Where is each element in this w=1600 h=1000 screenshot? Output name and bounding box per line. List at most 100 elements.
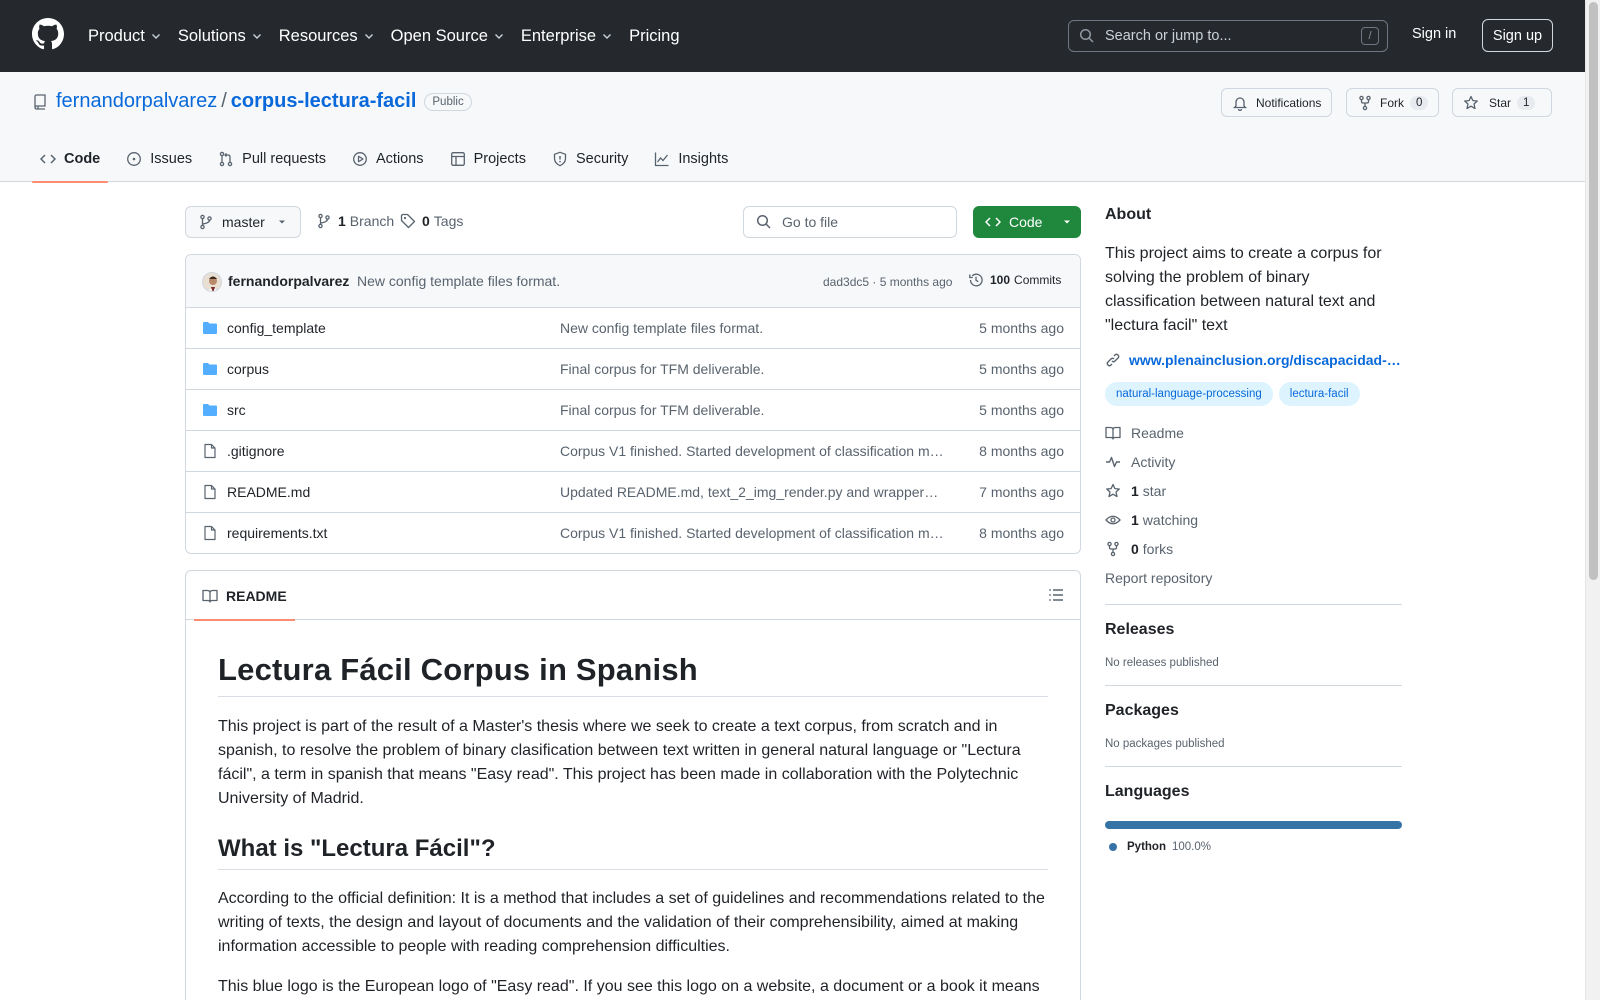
releases-title[interactable]: Releases: [1105, 621, 1402, 639]
star-button[interactable]: Star 1: [1452, 88, 1552, 117]
tab-pull-requests[interactable]: Pull requests: [210, 136, 334, 182]
eye-icon: [1105, 515, 1121, 524]
file-icon: [204, 525, 216, 541]
branch-select-button[interactable]: master: [185, 206, 301, 238]
file-name-link[interactable]: config_template: [227, 320, 326, 336]
file-commit-message[interactable]: Final corpus for TFM deliverable.: [560, 361, 945, 377]
languages-title: Languages: [1105, 783, 1190, 800]
file-age: 5 months ago: [979, 320, 1064, 336]
nav-open-source[interactable]: Open Source: [391, 27, 505, 46]
code-icon: [985, 217, 1001, 227]
file-commit-message[interactable]: Updated README.md, text_2_img_render.py …: [560, 484, 945, 500]
nav-pricing[interactable]: Pricing: [629, 27, 679, 46]
file-row: src Final corpus for TFM deliverable. 5 …: [186, 390, 1080, 431]
readme-link[interactable]: Readme: [1105, 418, 1402, 447]
about-title: About: [1105, 206, 1152, 223]
sign-in-link[interactable]: Sign in: [1412, 26, 1456, 42]
tags-link[interactable]: 0 Tags: [400, 213, 463, 229]
file-commit-message[interactable]: Corpus V1 finished. Started development …: [560, 443, 945, 459]
forks-link[interactable]: 0 forks: [1105, 534, 1402, 563]
readme-paragraph: This project is part of the result of a …: [218, 718, 1021, 807]
fork-button[interactable]: Fork 0: [1346, 88, 1440, 117]
watchers-link[interactable]: 1 watching: [1105, 505, 1402, 534]
tab-label: Insights: [678, 151, 729, 167]
commit-author-link[interactable]: fernandorpalvarez: [228, 273, 349, 289]
packages-empty-text: No packages published: [1105, 738, 1225, 750]
commit-count: 100: [990, 273, 1011, 287]
commit-sha-time[interactable]: dad3dc5 · 5 months ago: [823, 275, 952, 289]
file-icon: [204, 484, 216, 500]
repo-nav: Code Issues Pull requests Actions Projec…: [32, 136, 746, 183]
notifications-button[interactable]: Notifications: [1221, 88, 1333, 117]
commits-history-link[interactable]: 100 Commits: [968, 272, 1061, 288]
go-to-file-input[interactable]: Go to file: [743, 206, 957, 238]
page-scrollbar[interactable]: [1585, 0, 1600, 1000]
tab-security[interactable]: Security: [544, 136, 636, 182]
topic-tag[interactable]: lectura-facil: [1278, 382, 1360, 406]
github-logo-icon[interactable]: [32, 18, 64, 50]
repo-sidebar: About This project aims to create a corp…: [1105, 206, 1402, 853]
nav-enterprise[interactable]: Enterprise: [521, 27, 613, 46]
file-name-link[interactable]: README.md: [227, 484, 310, 500]
scrollbar-thumb[interactable]: [1589, 2, 1598, 580]
chevron-down-icon: [603, 34, 612, 39]
tab-label: Actions: [376, 151, 424, 167]
file-row: README.md Updated README.md, text_2_img_…: [186, 472, 1080, 513]
file-commit-message[interactable]: New config template files format.: [560, 320, 945, 336]
tab-projects[interactable]: Projects: [442, 136, 534, 182]
tab-insights[interactable]: Insights: [646, 136, 736, 182]
tab-label: Projects: [473, 151, 526, 167]
outline-list-icon[interactable]: [1048, 587, 1064, 603]
branch-label: Branch: [349, 213, 395, 229]
nav-resources[interactable]: Resources: [279, 27, 375, 46]
branch-name: master: [222, 214, 265, 230]
readme-tab[interactable]: README: [194, 571, 295, 621]
graph-icon: [655, 152, 669, 167]
fork-label: Fork: [1380, 95, 1404, 110]
avatar[interactable]: [202, 272, 222, 292]
website-link[interactable]: www.plenainclusion.org/discapacidad-…: [1105, 352, 1402, 368]
packages-title[interactable]: Packages: [1105, 702, 1402, 720]
nav-label: Solutions: [177, 26, 246, 45]
tab-code[interactable]: Code: [32, 136, 109, 183]
topic-tag[interactable]: natural-language-processing: [1105, 382, 1273, 406]
language-color-dot: [1109, 843, 1117, 851]
language-percent: 100.0%: [1171, 841, 1211, 853]
commit-message-link[interactable]: New config template files format.: [357, 273, 560, 289]
sign-up-button[interactable]: Sign up: [1482, 19, 1553, 52]
nav-solutions[interactable]: Solutions: [178, 27, 263, 46]
readme-paragraph: According to the official definition: It…: [218, 890, 1045, 955]
nav-product[interactable]: Product: [88, 27, 162, 46]
file-name-link[interactable]: corpus: [227, 361, 269, 377]
chevron-down-icon: [252, 34, 261, 39]
repo-meta-list: Readme Activity 1 star 1 watching 0 fork…: [1105, 418, 1402, 592]
repo-name-link[interactable]: corpus-lectura-facil: [231, 90, 417, 113]
file-name-link[interactable]: src: [227, 402, 246, 418]
top-nav: Product Solutions Resources Open Source …: [88, 0, 696, 72]
repo-owner-link[interactable]: fernandorpalvarez: [56, 90, 217, 113]
pull-request-icon: [219, 151, 233, 167]
pulse-icon: [1106, 456, 1120, 467]
file-row: requirements.txt Corpus V1 finished. Sta…: [186, 513, 1080, 553]
repo-header: fernandorpalvarez / corpus-lectura-facil…: [0, 72, 1585, 183]
code-button[interactable]: Code: [973, 206, 1081, 238]
fork-icon: [1107, 541, 1119, 556]
file-commit-message[interactable]: Corpus V1 finished. Started development …: [560, 525, 945, 541]
tab-actions[interactable]: Actions: [344, 136, 432, 182]
search-placeholder: Search or jump to...: [1105, 28, 1232, 44]
activity-link[interactable]: Activity: [1105, 447, 1402, 476]
search-shortcut-key: /: [1361, 27, 1379, 45]
search-input[interactable]: Search or jump to... /: [1068, 20, 1388, 52]
file-commit-message[interactable]: Final corpus for TFM deliverable.: [560, 402, 945, 418]
code-button-label: Code: [1009, 214, 1043, 230]
branches-link[interactable]: 1 Branch: [316, 213, 394, 229]
report-repository-link[interactable]: Report repository: [1105, 563, 1402, 592]
issue-icon: [127, 152, 142, 166]
stars-link[interactable]: 1 star: [1105, 476, 1402, 505]
language-item[interactable]: Python 100.0%: [1105, 841, 1402, 853]
tab-issues[interactable]: Issues: [118, 136, 200, 182]
file-name-link[interactable]: .gitignore: [227, 443, 285, 459]
tag-count: 0: [422, 213, 430, 229]
watching-label: watching: [1142, 511, 1199, 528]
file-name-link[interactable]: requirements.txt: [227, 525, 327, 541]
